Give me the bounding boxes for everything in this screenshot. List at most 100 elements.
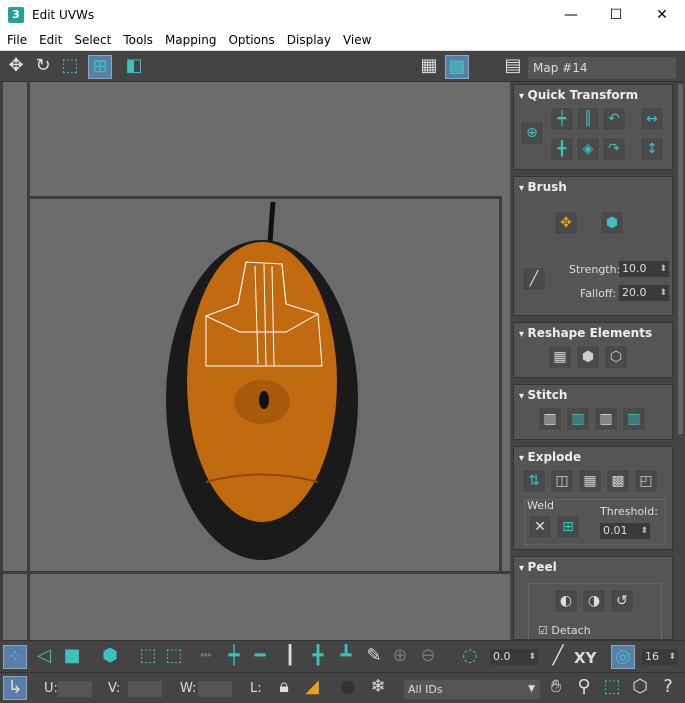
falloff-spinner[interactable]: 20.0	[619, 285, 669, 301]
rollout-reshape-elements: Reshape Elements ▦ ⬢ ⬡	[513, 322, 673, 378]
weld-selected-icon[interactable]: ✕	[528, 515, 552, 539]
menu-options[interactable]: Options	[221, 33, 279, 47]
loop-shrink-icon[interactable]: ━	[248, 645, 272, 669]
stitch-to-source-icon[interactable]: ▥	[622, 407, 646, 431]
menu-mapping[interactable]: Mapping	[158, 33, 222, 47]
align-to-edge-icon[interactable]: ╋	[550, 137, 574, 161]
menu-tools[interactable]: Tools	[116, 33, 158, 47]
grow-selection-icon[interactable]: ⬚	[136, 645, 160, 669]
edge-mode-icon[interactable]: ◁	[32, 645, 56, 669]
align-horizontal-icon[interactable]: ┿	[550, 107, 574, 131]
paint-move-icon[interactable]: ✥	[554, 211, 578, 235]
vertex-mode-icon[interactable]: ⁘	[3, 645, 27, 669]
mirror-icon[interactable]: ◧	[122, 55, 146, 79]
rollout-title[interactable]: Reshape Elements	[514, 323, 672, 340]
weld-target-icon[interactable]: ⊞	[556, 515, 580, 539]
rotate-cw-icon[interactable]: ↷	[602, 137, 626, 161]
straighten-icon[interactable]: ◈	[576, 137, 600, 161]
rollout-title[interactable]: Brush	[514, 177, 672, 194]
v-field[interactable]	[128, 681, 162, 697]
w-field[interactable]	[198, 681, 232, 697]
zoom-extents-icon[interactable]: ⬡	[628, 676, 652, 700]
menu-view[interactable]: View	[336, 33, 376, 47]
edge-distance-icon[interactable]: ╱	[546, 645, 570, 669]
straighten-selection-icon[interactable]: ▦	[548, 345, 572, 369]
map-settings-icon[interactable]: ▤	[501, 55, 525, 79]
grid-snap-icon[interactable]: ◎	[611, 645, 635, 669]
detach-checkbox[interactable]: ☑ Detach	[538, 624, 591, 637]
element-mode-icon[interactable]: ⬢	[98, 645, 122, 669]
rollout-title[interactable]: Peel	[514, 557, 672, 574]
angle-spinner[interactable]: 0.0	[490, 649, 538, 665]
zoom-region-icon[interactable]: ⬚	[600, 676, 624, 700]
close-button[interactable]: ✕	[639, 0, 685, 30]
rotate-icon[interactable]: ↻	[31, 55, 55, 79]
brush-falloff-icon[interactable]: ╱	[522, 267, 546, 291]
reset-peel-icon[interactable]: ↺	[610, 589, 634, 613]
rollout-title[interactable]: Stitch	[514, 385, 672, 402]
material-id-dropdown[interactable]: All IDs ▼	[404, 680, 540, 699]
ring-grow-icon[interactable]: ╋	[306, 645, 330, 669]
checker-icon[interactable]: ▦	[417, 55, 441, 79]
xy-toggle[interactable]: XY	[574, 649, 596, 667]
move-icon[interactable]: ✥	[4, 55, 28, 79]
set-pivot-icon[interactable]: ⊕	[520, 121, 544, 145]
relax-settings-icon[interactable]: ⬡	[604, 345, 628, 369]
panel-scrollbar[interactable]	[678, 84, 683, 434]
zoom-selected-icon[interactable]: ?	[656, 676, 680, 700]
threshold-spinner[interactable]: 0.01	[600, 523, 650, 539]
weld-label: Weld	[527, 499, 555, 512]
transform-mode-icon[interactable]: ↳	[3, 676, 27, 700]
rotate-ccw-icon[interactable]: ↶	[602, 107, 626, 131]
ring-shrink-icon[interactable]: ┻	[334, 645, 358, 669]
lock-icon[interactable]: 🔒︎	[272, 676, 296, 700]
unhide-icon[interactable]: ●	[336, 676, 360, 700]
flatten-by-smoothing-icon[interactable]: ▦	[578, 469, 602, 493]
polygon-mode-icon[interactable]: ■	[60, 645, 84, 669]
maximize-button[interactable]: ☐	[593, 0, 639, 30]
map-dropdown[interactable]: Map #14 (1416.970.jpg)▼	[528, 57, 676, 97]
stitch-custom-icon[interactable]: ▥	[538, 407, 562, 431]
peel-mode-icon[interactable]: ◑	[582, 589, 606, 613]
detach-edge-icon[interactable]: ◫	[550, 469, 574, 493]
menu-file[interactable]: File	[0, 33, 32, 47]
strength-spinner[interactable]: 10.0	[619, 261, 669, 277]
freeze-icon[interactable]: ❄	[366, 676, 390, 700]
menu-edit[interactable]: Edit	[32, 33, 67, 47]
minimize-button[interactable]: —	[548, 0, 594, 30]
ring-icon[interactable]: ┃	[278, 645, 302, 669]
shrink-brush-icon[interactable]: ⊖	[416, 645, 440, 669]
show-map-icon[interactable]: ▩	[445, 55, 469, 79]
loop-icon[interactable]: ┅	[194, 645, 218, 669]
enlarge-brush-icon[interactable]: ⊕	[388, 645, 412, 669]
pan-icon[interactable]: ✋︎	[544, 676, 568, 700]
zoom-icon[interactable]: ⚲	[572, 676, 596, 700]
stitch-average-icon[interactable]: ▥	[594, 407, 618, 431]
app-icon: 3	[8, 7, 24, 23]
space-vertical-icon[interactable]: ↕	[640, 137, 664, 161]
grid-spinner[interactable]: 16	[642, 649, 678, 665]
rollout-title[interactable]: Quick Transform	[514, 85, 672, 102]
space-horizontal-icon[interactable]: ↔	[640, 107, 664, 131]
relax-brush-icon[interactable]: ⬢	[600, 211, 624, 235]
rollout-title[interactable]: Explode	[514, 447, 672, 464]
menu-display[interactable]: Display	[280, 33, 336, 47]
stitch-to-target-icon[interactable]: ▥	[566, 407, 590, 431]
paint-select-icon[interactable]: ✎	[362, 645, 386, 669]
window-title: Edit UVWs	[32, 8, 95, 22]
hide-icon[interactable]: ◢	[300, 676, 324, 700]
relax-icon[interactable]: ⬢	[576, 345, 600, 369]
shrink-selection-icon[interactable]: ⬚	[162, 645, 186, 669]
flatten-by-material-icon[interactable]: ▩	[606, 469, 630, 493]
scale-icon[interactable]: ⬚	[58, 55, 82, 79]
align-vertical-icon[interactable]: ║	[576, 107, 600, 131]
menu-select[interactable]: Select	[67, 33, 116, 47]
loop-grow-icon[interactable]: ┿	[222, 645, 246, 669]
freeform-icon[interactable]: ⊞	[88, 55, 112, 79]
break-icon[interactable]: ⇅	[522, 469, 546, 493]
flatten-by-polygon-icon[interactable]: ◰	[634, 469, 658, 493]
u-field[interactable]	[58, 681, 92, 697]
uv-viewport[interactable]	[0, 82, 510, 640]
quick-peel-icon[interactable]: ◐	[554, 589, 578, 613]
soft-selection-icon[interactable]: ◌	[458, 645, 482, 669]
